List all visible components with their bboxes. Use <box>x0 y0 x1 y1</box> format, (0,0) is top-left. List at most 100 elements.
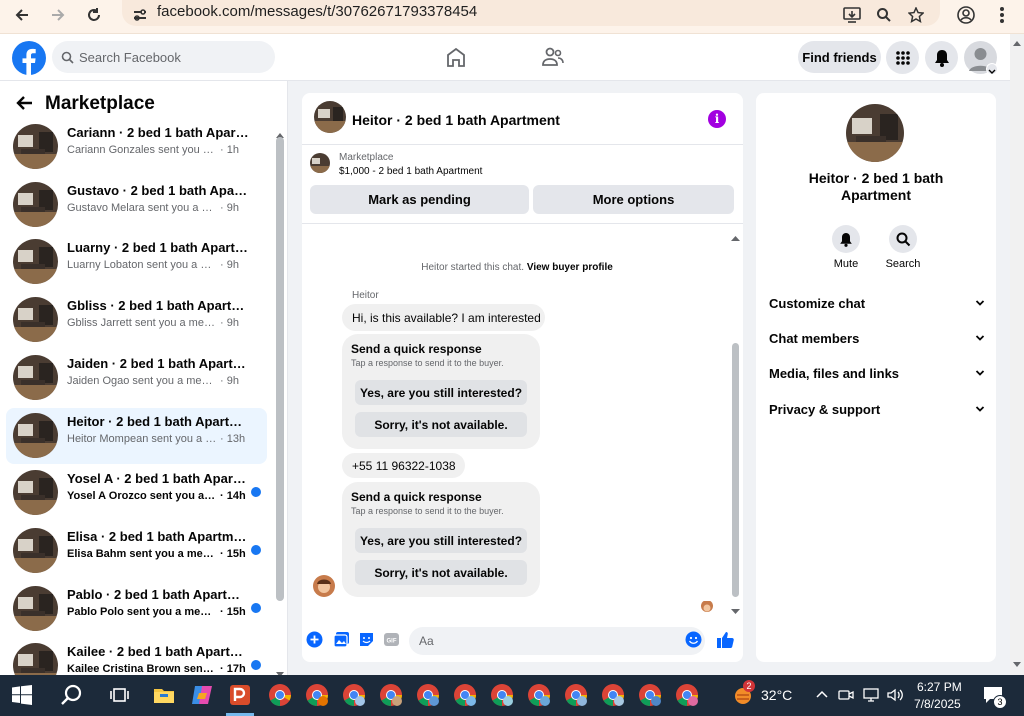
friends-icon[interactable] <box>541 46 565 73</box>
page-scroll-up-icon[interactable] <box>1013 40 1021 46</box>
chat-title[interactable]: Heitor · 2 bed 1 bath Apartment <box>352 112 560 128</box>
weather-icon[interactable]: 2 <box>731 680 755 707</box>
sticker-icon[interactable] <box>358 631 375 648</box>
privacy-support-row[interactable]: Privacy & support <box>769 402 985 422</box>
message-text: +55 11 96322-1038 <box>352 459 456 473</box>
notification-count: 3 <box>993 695 1007 709</box>
chat-details-panel: Heitor · 2 bed 1 bath Apartment Mute Sea… <box>756 93 996 662</box>
conversation-time: · 9h <box>220 317 239 329</box>
sender-avatar[interactable] <box>313 575 335 597</box>
copilot-icon[interactable] <box>190 683 214 707</box>
scroll-down-arrow-icon[interactable] <box>276 665 284 675</box>
view-buyer-profile-link[interactable]: View buyer profile <box>527 262 613 273</box>
conversation-item[interactable]: Yosel A · 2 bed 1 bath Apartm... Yosel A … <box>6 465 267 521</box>
meet-now-icon[interactable] <box>838 687 854 703</box>
chrome-icon[interactable] <box>268 683 292 707</box>
tray-chevron-up-icon[interactable] <box>814 687 830 703</box>
chat-avatar[interactable] <box>314 101 346 133</box>
back-arrow-icon[interactable] <box>16 94 34 117</box>
conversation-item[interactable]: Pablo · 2 bed 1 bath Apartment Pablo Polo… <box>6 581 267 637</box>
details-avatar[interactable] <box>846 104 904 162</box>
chrome-profile-icon[interactable] <box>490 683 514 707</box>
mark-pending-button[interactable]: Mark as pending <box>310 185 529 214</box>
browser-menu-icon[interactable] <box>989 2 1015 28</box>
photo-icon[interactable] <box>333 631 350 648</box>
site-settings-icon[interactable] <box>127 2 153 28</box>
network-icon[interactable] <box>862 687 880 703</box>
emoji-icon[interactable] <box>685 631 702 648</box>
home-icon[interactable] <box>445 46 467 73</box>
weather-temp[interactable]: 32°C <box>761 687 792 703</box>
url-text[interactable]: facebook.com/messages/t/3076267179337845… <box>157 3 477 20</box>
message-bubble[interactable]: Hi, is this available? I am interested <box>342 304 545 331</box>
back-icon[interactable] <box>9 2 35 28</box>
mute-button[interactable]: Mute <box>821 225 871 270</box>
message-placeholder: Aa <box>419 634 434 648</box>
page-scroll-down-icon[interactable] <box>1013 662 1021 668</box>
chrome-profile-icon[interactable] <box>305 683 329 707</box>
conversation-item[interactable]: Gustavo · 2 bed 1 bath Apartment Gustavo … <box>6 177 267 233</box>
chrome-profile-icon[interactable] <box>564 683 588 707</box>
page-scrollbar[interactable] <box>1010 34 1024 675</box>
zoom-icon[interactable] <box>871 2 897 28</box>
conversation-item[interactable]: Kailee · 2 bed 1 bath Apartment Kailee Cr… <box>6 638 267 675</box>
chrome-profile-icon[interactable] <box>527 683 551 707</box>
chrome-profile-icon[interactable] <box>416 683 440 707</box>
clock-time[interactable]: 6:27 PM <box>917 680 962 694</box>
clock-date[interactable]: 7/8/2025 <box>914 697 961 711</box>
install-app-icon[interactable] <box>839 2 865 28</box>
chrome-profile-icon[interactable] <box>453 683 477 707</box>
chat-scroll-down-icon[interactable] <box>731 602 740 620</box>
chrome-profile-icon[interactable] <box>601 683 625 707</box>
reload-icon[interactable] <box>81 2 107 28</box>
media-files-links-row[interactable]: Media, files and links <box>769 366 985 386</box>
conversation-item[interactable]: Jaiden · 2 bed 1 bath Apartment Jaiden Og… <box>6 350 267 406</box>
file-explorer-icon[interactable] <box>152 683 176 707</box>
quick-no-button[interactable]: Sorry, it's not available. <box>355 412 527 437</box>
search-chat-button[interactable]: Search <box>878 225 928 270</box>
message-input[interactable] <box>409 627 705 655</box>
taskbar-search-icon[interactable] <box>60 683 84 707</box>
quick-yes-button[interactable]: Yes, are you still interested? <box>355 380 527 405</box>
chrome-profile-icon[interactable] <box>638 683 662 707</box>
quick-no-button[interactable]: Sorry, it's not available. <box>355 560 527 585</box>
volume-icon[interactable] <box>886 687 904 703</box>
chrome-profile-icon[interactable] <box>675 683 699 707</box>
sidebar-scrollbar[interactable] <box>276 137 284 601</box>
conversation-title: Gustavo · 2 bed 1 bath Apartment <box>67 183 249 198</box>
thumbs-up-icon[interactable] <box>716 631 736 648</box>
conversation-item[interactable]: Gbliss · 2 bed 1 bath Apartment Gbliss Ja… <box>6 292 267 348</box>
add-attachment-icon[interactable] <box>306 631 323 648</box>
customize-chat-row[interactable]: Customize chat <box>769 296 985 316</box>
chrome-profile-icon[interactable] <box>379 683 403 707</box>
notifications-bell-icon[interactable] <box>925 41 958 74</box>
gif-icon[interactable]: GIF <box>383 631 400 648</box>
conversation-item[interactable]: Elisa · 2 bed 1 bath Apartment Elisa Bahm… <box>6 523 267 579</box>
notification-center-icon[interactable]: 3 <box>982 685 1007 709</box>
info-icon[interactable]: i <box>708 110 726 128</box>
listing-title[interactable]: $1,000 - 2 bed 1 bath Apartment <box>339 166 482 177</box>
chat-scroll-up-icon[interactable] <box>731 228 740 246</box>
message-bubble[interactable]: +55 11 96322-1038 <box>342 453 465 478</box>
profile-icon[interactable] <box>953 2 979 28</box>
listing-thumbnail[interactable] <box>310 153 330 173</box>
chat-members-row[interactable]: Chat members <box>769 331 985 351</box>
facebook-logo-icon[interactable] <box>12 41 46 75</box>
more-options-button[interactable]: More options <box>533 185 734 214</box>
find-friends-button[interactable]: Find friends <box>798 41 881 73</box>
conversation-item[interactable]: Heitor · 2 bed 1 bath Apartment Heitor Mo… <box>6 408 267 464</box>
quick-yes-button[interactable]: Yes, are you still interested? <box>355 528 527 553</box>
account-chevron-icon[interactable] <box>986 63 998 75</box>
conversation-item[interactable]: Cariann · 2 bed 1 bath Apartment Cariann … <box>6 119 267 175</box>
task-view-icon[interactable] <box>108 683 132 707</box>
conversation-item[interactable]: Luarny · 2 bed 1 bath Apartment Luarny Lo… <box>6 234 267 290</box>
menu-grid-icon[interactable] <box>886 41 919 74</box>
chat-scrollbar[interactable] <box>732 343 739 597</box>
forward-icon[interactable] <box>45 2 71 28</box>
bookmark-star-icon[interactable] <box>903 2 929 28</box>
chrome-profile-icon[interactable] <box>342 683 366 707</box>
search-icon <box>61 51 74 64</box>
pinned-app-icon[interactable] <box>226 683 254 716</box>
windows-start-icon[interactable] <box>12 685 36 709</box>
conversation-time: · 13h <box>220 433 246 445</box>
